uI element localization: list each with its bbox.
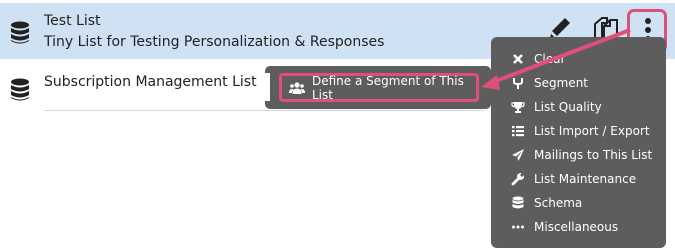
database-icon: [11, 21, 29, 44]
menu-item-miscellaneous[interactable]: Miscellaneous: [491, 216, 666, 238]
users-icon: [289, 81, 305, 94]
list-icon: [512, 126, 524, 137]
menu-item-mailings[interactable]: Mailings to This List: [491, 144, 666, 166]
fork-icon: [513, 78, 523, 89]
define-segment-label: Define a Segment of This List: [312, 73, 464, 102]
send-icon: [512, 149, 524, 161]
vertical-dots-icon: [645, 18, 651, 24]
menu-item-clear[interactable]: Clear: [491, 48, 666, 70]
menu-item-import-export[interactable]: List Import / Export: [491, 120, 666, 142]
trophy-icon: [511, 102, 525, 113]
list-title[interactable]: Test List: [44, 13, 101, 29]
submenu-pointer: [264, 73, 270, 101]
menu-item-maintenance[interactable]: List Maintenance: [491, 168, 666, 190]
menu-item-schema[interactable]: Schema: [491, 192, 666, 214]
menu-item-list-quality[interactable]: List Quality: [491, 96, 666, 118]
x-icon: [513, 54, 523, 64]
divider: [44, 110, 484, 111]
list-title[interactable]: Subscription Management List: [44, 74, 257, 90]
database-icon: [11, 78, 29, 101]
database-icon: [512, 196, 524, 209]
ellipsis-icon: [512, 225, 524, 229]
list-actions-menu: Clear Segment List Quality List Import /…: [491, 37, 666, 248]
wrench-icon: [511, 173, 524, 186]
list-description: Tiny List for Testing Personalization & …: [44, 34, 385, 50]
define-segment-button[interactable]: Define a Segment of This List: [279, 73, 479, 102]
menu-item-segment[interactable]: Segment: [491, 72, 666, 94]
